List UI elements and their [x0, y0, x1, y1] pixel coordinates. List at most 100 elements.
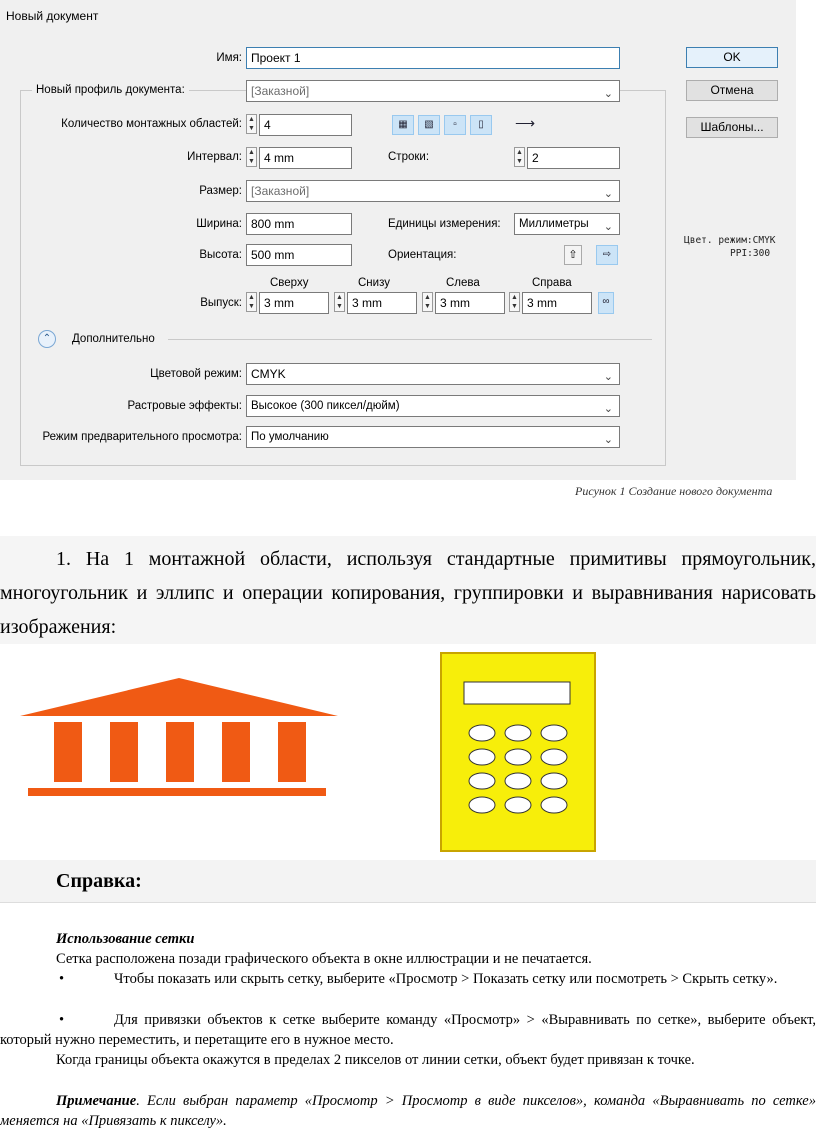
raster-effects-label: Растровые эффекты:: [127, 400, 242, 412]
landscape-orientation-icon[interactable]: ⇨: [596, 245, 618, 265]
profile-label: Новый профиль документа:: [32, 84, 189, 96]
calculator-key: [540, 724, 568, 742]
height-label: Высота:: [199, 249, 242, 261]
grid-by-column-icon[interactable]: ▧: [418, 115, 440, 135]
size-select-value: [Заказной]: [251, 184, 310, 198]
calculator-key: [540, 748, 568, 766]
width-input[interactable]: 800 mm: [246, 213, 352, 235]
bleed-top-label: Сверху: [270, 277, 309, 289]
reference-heading: Справка:: [56, 870, 142, 892]
size-select[interactable]: [Заказной] ⌄: [246, 180, 620, 202]
figure-caption: Рисунок 1 Создание нового документа: [575, 484, 773, 498]
calculator-key: [540, 772, 568, 790]
size-label: Размер:: [199, 185, 242, 197]
collapse-advanced-icon[interactable]: ⌃: [38, 330, 56, 348]
temple-column: [166, 722, 194, 782]
artboards-label: Количество монтажных областей:: [61, 118, 242, 130]
rows-stepper[interactable]: ▲ ▼: [514, 147, 525, 167]
reference-subheading: Использование сетки: [56, 931, 195, 947]
profile-select[interactable]: [Заказной] ⌄: [246, 80, 620, 102]
link-bleed-icon[interactable]: ∞: [598, 292, 614, 314]
color-mode-select[interactable]: CMYK ⌄: [246, 363, 620, 385]
temple-base: [28, 788, 326, 796]
calculator-key: [468, 748, 496, 766]
color-mode-info: Цвет. режим:CMYK: [684, 235, 776, 246]
bleed-left-label: Слева: [446, 277, 480, 289]
reference-intro: Сетка расположена позади графического об…: [56, 951, 592, 967]
height-input[interactable]: 500 mm: [246, 244, 352, 266]
color-mode-label: Цветовой режим:: [150, 368, 242, 380]
chevron-down-icon: ⌄: [603, 371, 613, 383]
preview-mode-label: Режим предварительного просмотра:: [42, 431, 242, 443]
advanced-divider: [168, 339, 652, 340]
ppi-info: PPI:300: [730, 248, 771, 259]
reference-note: Примечание. Если выбран параметр «Просмо…: [0, 1091, 816, 1131]
dialog-title: Новый документ: [6, 9, 99, 23]
calculator-key: [504, 724, 532, 742]
temple-column: [222, 722, 250, 782]
ok-button[interactable]: OK: [686, 47, 778, 68]
temple-illustration: [20, 678, 338, 796]
reference-note-label: Примечание: [56, 1093, 137, 1109]
chevron-down-icon: ⌄: [603, 403, 613, 415]
bleed-left-stepper[interactable]: ▲ ▼: [422, 292, 433, 312]
artboards-stepper[interactable]: ▲ ▼: [246, 114, 257, 134]
reference-bullet-1: Чтобы показать или скрыть сетку, выберит…: [114, 971, 778, 987]
rows-input[interactable]: 2: [527, 147, 620, 169]
new-document-dialog: Новый документ Имя: Проект 1 Новый профи…: [0, 0, 796, 480]
calculator-display: [463, 681, 571, 705]
chevron-down-icon: ⌄: [603, 434, 613, 446]
calculator-illustration: [440, 652, 596, 852]
bleed-bottom-input[interactable]: 3 mm: [347, 292, 417, 314]
calculator-key: [468, 796, 496, 814]
temple-column: [278, 722, 306, 782]
calculator-key: [504, 796, 532, 814]
arrange-by-row-icon[interactable]: ▫: [444, 115, 466, 135]
task-paragraph: 1. На 1 монтажной области, используя ста…: [0, 548, 816, 638]
templates-button[interactable]: Шаблоны...: [686, 117, 778, 138]
bleed-top-input[interactable]: 3 mm: [259, 292, 329, 314]
orientation-label: Ориентация:: [388, 249, 457, 261]
calculator-key: [468, 772, 496, 790]
bleed-top-stepper[interactable]: ▲ ▼: [246, 292, 257, 312]
spacing-label: Интервал:: [187, 151, 242, 163]
temple-column: [54, 722, 82, 782]
spacing-stepper[interactable]: ▲ ▼: [246, 147, 257, 167]
raster-effects-select[interactable]: Высокое (300 пиксел/дюйм) ⌄: [246, 395, 620, 417]
name-input[interactable]: Проект 1: [246, 47, 620, 69]
calculator-key: [468, 724, 496, 742]
calculator-key: [540, 796, 568, 814]
width-label: Ширина:: [196, 218, 242, 230]
reference-divider: [0, 902, 816, 903]
temple-roof: [20, 678, 338, 716]
reference-bullet-2: Для привязки объектов к сетке выберите к…: [0, 1012, 816, 1048]
preview-mode-value: По умолчанию: [251, 431, 329, 443]
grid-by-row-icon[interactable]: ▦: [392, 115, 414, 135]
calculator-key: [504, 748, 532, 766]
temple-column: [110, 722, 138, 782]
bleed-right-label: Справа: [532, 277, 572, 289]
portrait-orientation-icon[interactable]: ⇧: [564, 245, 582, 265]
artboards-input[interactable]: 4: [259, 114, 352, 136]
bleed-bottom-label: Снизу: [358, 277, 390, 289]
reference-paragraph: Когда границы объекта окажутся в предела…: [56, 1052, 695, 1068]
bleed-label: Выпуск:: [200, 297, 242, 309]
rows-label: Строки:: [388, 151, 430, 163]
chevron-down-icon: ⌄: [603, 88, 613, 100]
layout-direction-arrow-icon[interactable]: ⟶: [512, 115, 538, 135]
advanced-label: Дополнительно: [72, 333, 155, 345]
cancel-button[interactable]: Отмена: [686, 80, 778, 101]
units-label: Единицы измерения:: [388, 218, 501, 230]
color-mode-value: CMYK: [251, 367, 286, 381]
preview-mode-select[interactable]: По умолчанию ⌄: [246, 426, 620, 448]
bleed-right-stepper[interactable]: ▲ ▼: [509, 292, 520, 312]
arrange-by-column-icon[interactable]: ▯: [470, 115, 492, 135]
units-select-value: Миллиметры: [519, 218, 589, 230]
units-select[interactable]: Миллиметры ⌄: [514, 213, 620, 235]
bleed-right-input[interactable]: 3 mm: [522, 292, 592, 314]
name-label: Имя:: [216, 52, 242, 64]
bleed-bottom-stepper[interactable]: ▲ ▼: [334, 292, 345, 312]
spacing-input[interactable]: 4 mm: [259, 147, 352, 169]
bleed-left-input[interactable]: 3 mm: [435, 292, 505, 314]
calculator-key: [504, 772, 532, 790]
